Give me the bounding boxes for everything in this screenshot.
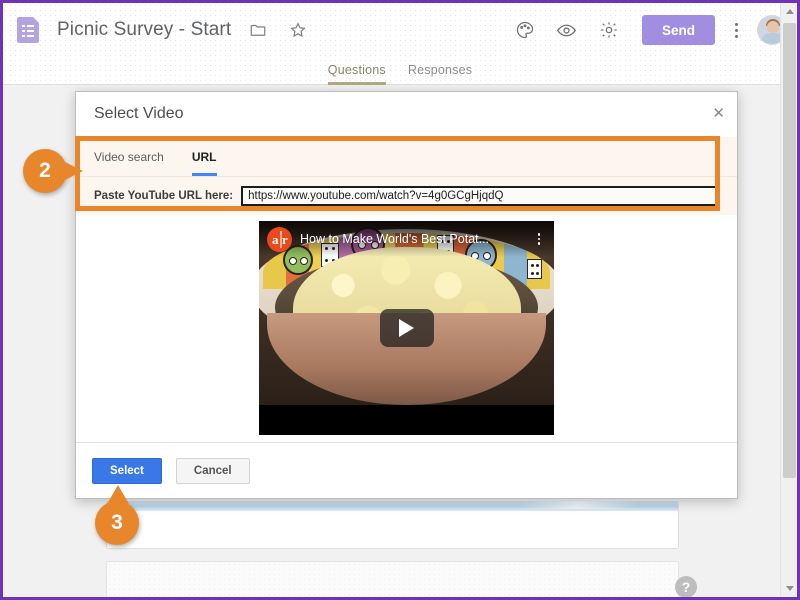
send-button[interactable]: Send — [641, 15, 715, 45]
header-toolbar: Picnic Survey - Start Send — [3, 3, 797, 57]
page-title[interactable]: Picnic Survey - Start — [57, 19, 231, 41]
video-title[interactable]: How to Make World's Best Potat... — [300, 232, 532, 246]
select-video-dialog: Select Video ✕ Video search URL Paste Yo… — [75, 91, 738, 499]
tab-questions[interactable]: Questions — [327, 63, 386, 85]
player-controls-bar[interactable] — [259, 405, 554, 435]
callout-badge-3: 3 — [95, 485, 139, 545]
gear-icon[interactable] — [594, 15, 624, 45]
app-window: Picnic Survey - Start Send Questions Res… — [0, 0, 800, 600]
dialog-body: a r How to Make World's Best Potat... — [76, 215, 737, 457]
forms-doc-icon — [17, 17, 39, 43]
scroll-up-arrow[interactable] — [781, 3, 797, 20]
scroll-down-arrow[interactable] — [781, 580, 797, 597]
close-icon[interactable]: ✕ — [712, 106, 725, 121]
star-icon[interactable] — [285, 17, 311, 43]
channel-avatar-icon: a r — [267, 226, 292, 252]
palette-icon[interactable] — [510, 15, 540, 45]
dialog-footer: Select Cancel — [76, 442, 737, 498]
tab-url[interactable]: URL — [191, 150, 217, 176]
scrollbar-thumb[interactable] — [783, 23, 796, 478]
url-input-label: Paste YouTube URL here: — [94, 190, 234, 202]
dialog-header: Select Video ✕ — [76, 92, 737, 137]
help-icon[interactable]: ? — [675, 576, 697, 597]
video-preview-player[interactable]: a r How to Make World's Best Potat... — [259, 221, 554, 435]
background-image-strip — [107, 501, 678, 511]
callout-badge-2: 2 — [23, 149, 83, 193]
video-title-bar: a r How to Make World's Best Potat... — [259, 221, 554, 257]
background-card-image[interactable] — [106, 501, 679, 549]
url-input[interactable] — [241, 186, 719, 206]
tab-responses[interactable]: Responses — [408, 63, 472, 85]
background-card-question[interactable]: Do you have any of the following dietary… — [106, 561, 679, 597]
tab-video-search[interactable]: Video search — [94, 150, 164, 176]
forms-header: Picnic Survey - Start Send Questions Res… — [3, 3, 797, 85]
kebab-menu-icon[interactable] — [725, 17, 747, 43]
url-input-row: Paste YouTube URL here: — [76, 176, 737, 215]
dialog-title: Select Video — [94, 105, 184, 122]
play-button-icon[interactable] — [379, 309, 434, 347]
cancel-button[interactable]: Cancel — [175, 457, 250, 484]
folder-icon[interactable] — [245, 17, 271, 43]
vertical-scrollbar[interactable] — [780, 3, 797, 597]
select-button[interactable]: Select — [92, 457, 162, 484]
forms-tabs: Questions Responses — [3, 57, 797, 85]
video-kebab-icon[interactable] — [532, 233, 546, 245]
eye-icon[interactable] — [552, 15, 582, 45]
dialog-tabs: Video search URL — [76, 137, 737, 176]
